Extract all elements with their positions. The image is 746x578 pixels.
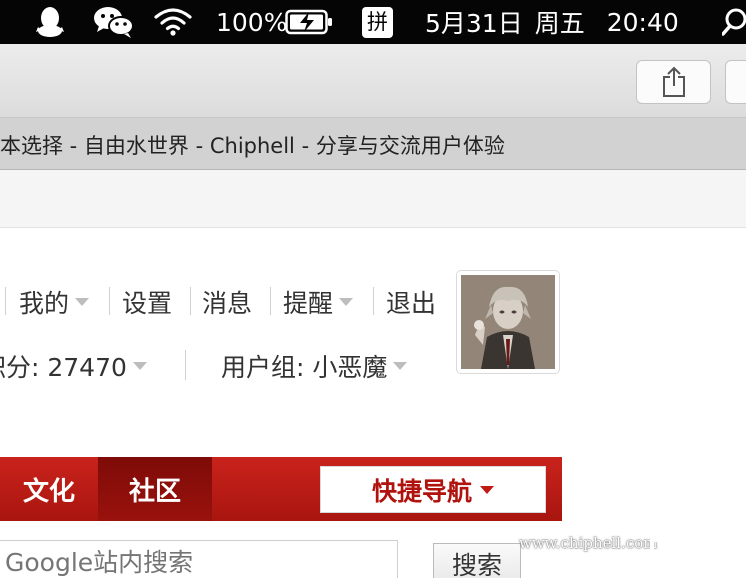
chevron-down-icon — [75, 298, 90, 306]
browser-toolbar — [0, 44, 746, 118]
search-button[interactable]: 搜索 — [433, 543, 521, 578]
points-menu[interactable]: 积分: 27470 — [0, 348, 147, 384]
search-icon[interactable] — [722, 0, 746, 44]
wechat-icon[interactable] — [93, 0, 135, 44]
avatar[interactable] — [456, 270, 560, 374]
quick-nav-button[interactable]: 快捷导航 — [320, 466, 546, 513]
weekday: 周五 — [534, 9, 585, 38]
logout-link[interactable]: 退出 — [386, 284, 436, 320]
usergroup-menu[interactable]: 用户组: 小恶魔 — [221, 348, 408, 384]
reminders-label: 提醒 — [283, 289, 334, 318]
time: 20:40 — [606, 7, 679, 37]
battery-charging-icon[interactable] — [285, 0, 333, 44]
clock[interactable]: 5月31日 周五 20:40 — [425, 0, 679, 44]
tab-title[interactable]: 本选择 - 自由水世界 - Chiphell - 分享与交流用户体验 — [0, 130, 505, 160]
search-input[interactable] — [0, 540, 398, 578]
usergroup-label: 用户组: 小恶魔 — [221, 353, 388, 382]
settings-link[interactable]: 设置 — [122, 284, 172, 320]
reminders-menu[interactable]: 提醒 — [283, 284, 354, 320]
input-method-indicator[interactable]: 拼 — [362, 0, 393, 44]
nav-tab-culture[interactable]: 文化 — [0, 457, 98, 521]
chevron-down-icon — [132, 362, 147, 370]
menu-bar: 100% 拼 5月31日 周五 20:40 — [0, 0, 746, 44]
divider — [373, 287, 374, 315]
divider — [270, 287, 271, 315]
divider — [185, 350, 186, 380]
share-button[interactable] — [636, 60, 711, 104]
chevron-down-icon — [393, 362, 408, 370]
chevron-down-icon — [480, 485, 494, 494]
my-menu[interactable]: 我的 — [19, 284, 90, 320]
chevron-down-icon — [339, 298, 354, 306]
divider — [190, 287, 191, 315]
battery-percent: 100% — [216, 7, 288, 37]
share-icon — [662, 66, 685, 97]
chiphell-logo: chiphell — [650, 460, 737, 571]
watermark-url: www.chiphell.com — [519, 534, 658, 552]
divider — [109, 287, 110, 315]
quick-nav-label: 快捷导航 — [371, 476, 472, 506]
qq-icon[interactable] — [36, 0, 64, 44]
toolbar-button[interactable] — [725, 60, 746, 104]
divider — [5, 287, 6, 315]
main-nav-bar: 文化 社区 快捷导航 — [0, 457, 562, 521]
nav-tab-community[interactable]: 社区 — [98, 457, 212, 521]
messages-link[interactable]: 消息 — [202, 284, 252, 320]
avatar-image — [461, 275, 555, 369]
toolbar-strip — [0, 170, 746, 228]
tab-strip: 本选择 - 自由水世界 - Chiphell - 分享与交流用户体验 — [0, 118, 746, 170]
wifi-icon[interactable] — [153, 0, 193, 44]
my-label: 我的 — [19, 289, 70, 318]
date: 5月31日 — [425, 9, 523, 38]
points-label: 积分: 27470 — [0, 353, 127, 382]
